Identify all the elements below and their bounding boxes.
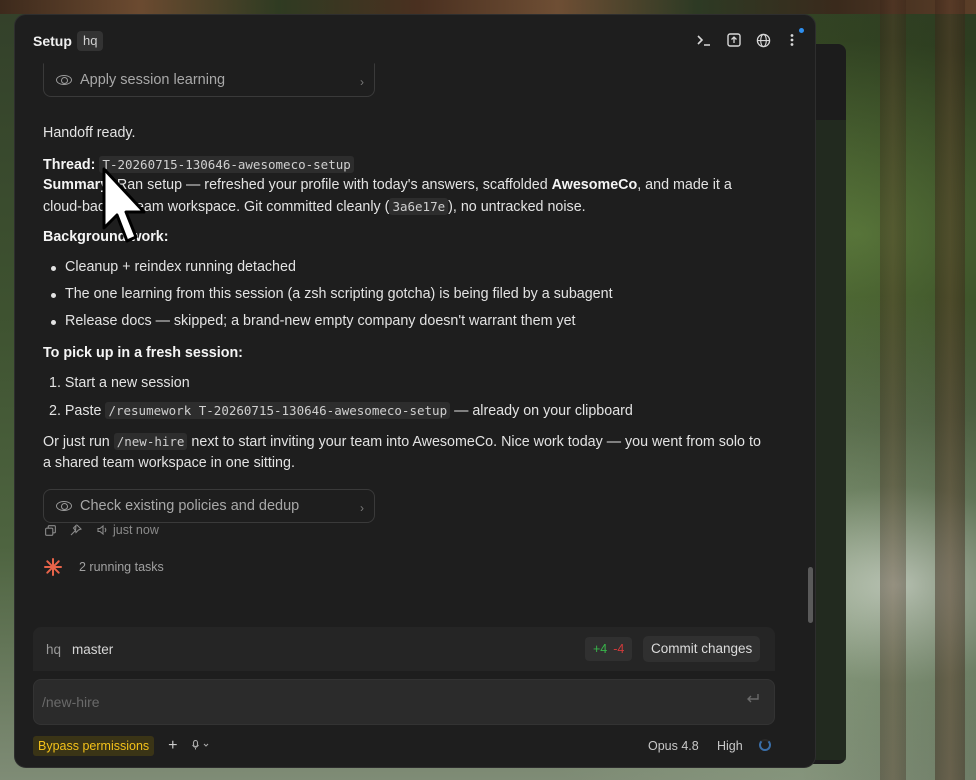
model-selector[interactable]: Opus 4.8 bbox=[648, 739, 699, 753]
window-title: Setup bbox=[33, 33, 72, 49]
pin-icon[interactable] bbox=[69, 523, 83, 537]
summary-text: Ran setup — refreshed your profile with … bbox=[112, 177, 552, 193]
background-window-pane bbox=[814, 120, 846, 760]
list-item: Cleanup + reindex running detached bbox=[43, 257, 613, 284]
notification-dot bbox=[799, 28, 804, 33]
list-item: 1. Start a new session bbox=[49, 375, 190, 391]
fresh-session-label: To pick up in a fresh session: bbox=[43, 345, 243, 361]
thread-line: Thread: T-20260715-130646-awesomeco-setu… bbox=[43, 154, 354, 176]
list-item: The one learning from this session (a zs… bbox=[43, 284, 613, 311]
workspace-tag[interactable]: hq bbox=[77, 31, 104, 51]
effort-selector[interactable]: High bbox=[717, 739, 743, 753]
scrollbar-thumb[interactable] bbox=[808, 567, 813, 623]
closing-paragraph: Or just run /new-hire next to start invi… bbox=[43, 431, 768, 474]
closing-text: Or just run bbox=[43, 434, 114, 450]
composer-footer: Bypass permissions + Opus 4.8 High bbox=[33, 735, 775, 757]
apply-session-learning-label: Apply session learning bbox=[80, 71, 226, 88]
check-policies-button[interactable]: Check existing policies and dedup › bbox=[43, 489, 375, 523]
handoff-text: Handoff ready. bbox=[43, 125, 136, 141]
commit-changes-button[interactable]: Commit changes bbox=[643, 636, 761, 662]
check-policies-label: Check existing policies and dedup bbox=[80, 497, 300, 514]
message-input[interactable] bbox=[42, 690, 722, 714]
terminal-icon[interactable] bbox=[695, 31, 713, 49]
summary-paragraph: Summary: Ran setup — refreshed your prof… bbox=[43, 175, 768, 218]
lines-removed: -4 bbox=[613, 642, 625, 656]
tree-canopy-strip bbox=[0, 0, 976, 14]
step-suffix: — already on your clipboard bbox=[450, 403, 633, 419]
message-actions: just now bbox=[43, 523, 159, 537]
microphone-dropdown[interactable] bbox=[191, 739, 210, 753]
diff-stats[interactable]: +4 -4 bbox=[585, 637, 633, 661]
title-bar: Setup hq bbox=[15, 15, 815, 65]
enter-icon[interactable] bbox=[746, 692, 760, 708]
git-status-bar: hq master +4 -4 Commit changes bbox=[33, 627, 775, 671]
export-icon[interactable] bbox=[725, 31, 743, 49]
chat-panel: Setup hq Apply session learning › Handof… bbox=[14, 14, 816, 768]
loading-spinner-icon bbox=[759, 739, 771, 751]
summary-text: ), no untracked noise. bbox=[448, 199, 586, 215]
list-item: 2. Paste /resumework T-20260715-130646-a… bbox=[43, 400, 633, 427]
background-work-list: Cleanup + reindex running detached The o… bbox=[43, 257, 613, 338]
mouse-cursor-icon bbox=[102, 167, 146, 243]
composer[interactable] bbox=[33, 679, 775, 725]
add-button[interactable]: + bbox=[168, 737, 177, 755]
commit-hash[interactable]: 3a6e17e bbox=[389, 198, 449, 215]
fresh-session-steps: 1. Start a new session 2. Paste /resumew… bbox=[43, 373, 633, 427]
apply-session-learning-button[interactable]: Apply session learning › bbox=[43, 63, 375, 97]
bypass-permissions-button[interactable]: Bypass permissions bbox=[33, 736, 155, 756]
spark-icon bbox=[43, 557, 63, 577]
lines-added: +4 bbox=[593, 642, 608, 656]
tree-trunk bbox=[880, 0, 906, 780]
step-prefix: 2. Paste bbox=[49, 403, 106, 419]
company-name: AwesomeCo bbox=[551, 177, 638, 193]
copy-icon[interactable] bbox=[43, 523, 57, 537]
running-tasks-label: 2 running tasks bbox=[79, 560, 164, 574]
more-icon[interactable] bbox=[783, 31, 801, 49]
tree-trunk bbox=[935, 0, 965, 780]
globe-icon[interactable] bbox=[754, 31, 772, 49]
running-tasks-indicator[interactable]: 2 running tasks bbox=[43, 557, 164, 577]
fresh-session-heading: To pick up in a fresh session: bbox=[43, 343, 243, 364]
new-hire-command[interactable]: /new-hire bbox=[113, 433, 188, 450]
message-timestamp: just now bbox=[113, 523, 159, 537]
branch-name[interactable]: master bbox=[72, 642, 113, 657]
speaker-icon[interactable] bbox=[95, 523, 109, 537]
resume-command[interactable]: /resumework T-20260715-130646-awesomeco-… bbox=[105, 402, 451, 419]
eye-icon bbox=[56, 501, 72, 511]
chevron-right-icon: › bbox=[360, 501, 364, 515]
list-item: Release docs — skipped; a brand-new empt… bbox=[43, 311, 613, 338]
eye-icon bbox=[56, 75, 72, 85]
chevron-right-icon: › bbox=[360, 75, 364, 89]
thread-label: Thread: bbox=[43, 157, 96, 173]
repo-name: hq bbox=[46, 641, 62, 657]
